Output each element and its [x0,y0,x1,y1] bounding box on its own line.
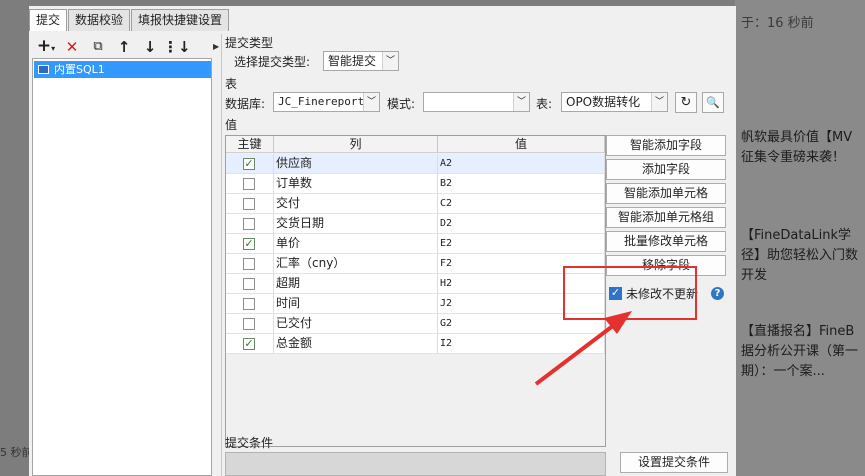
annotation-arrow-icon [534,311,632,386]
